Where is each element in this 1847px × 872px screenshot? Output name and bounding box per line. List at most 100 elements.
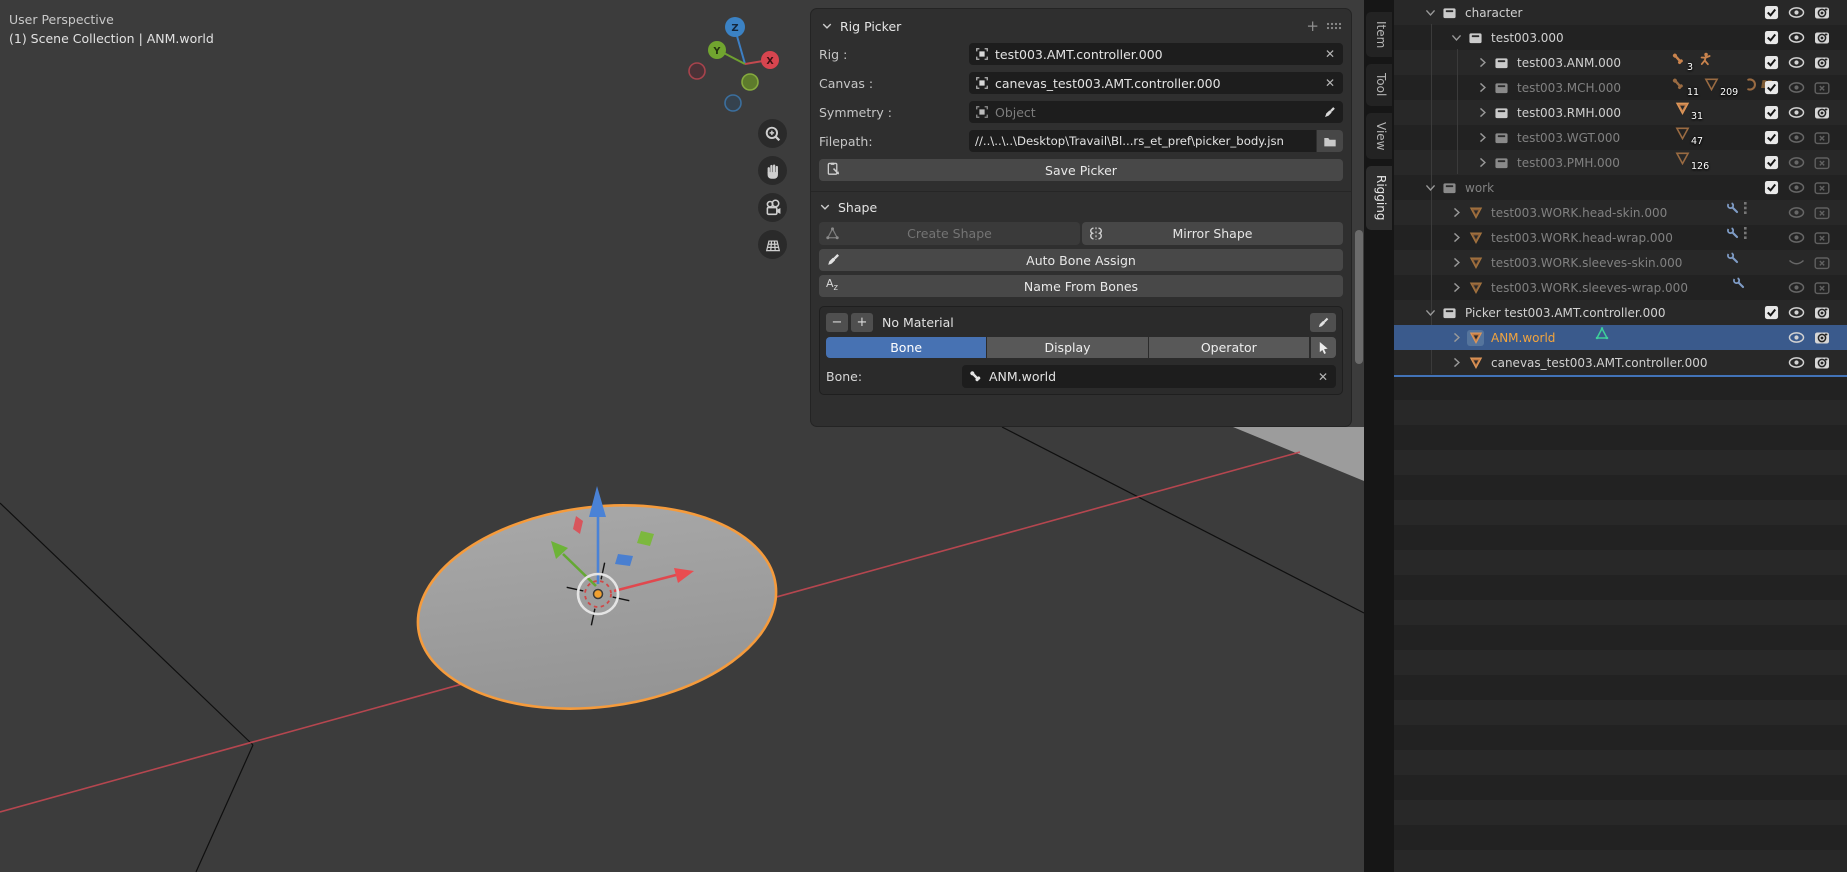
hide-eye-toggle[interactable] (1788, 229, 1805, 246)
material-remove-button[interactable]: − (826, 313, 848, 332)
mirror-shape-button[interactable]: Mirror Shape (1082, 222, 1343, 245)
hide-eye-toggle[interactable] (1788, 254, 1805, 271)
chevron-icon[interactable] (1422, 5, 1438, 21)
render-camera-toggle[interactable] (1813, 104, 1830, 121)
auto-bone-assign-button[interactable]: Auto Bone Assign (819, 249, 1343, 271)
hide-eye-toggle[interactable] (1788, 129, 1805, 146)
chevron-icon[interactable] (1448, 255, 1464, 271)
outliner-row[interactable]: test003.WORK.head-wrap.000 (1394, 225, 1847, 250)
render-camera-toggle[interactable] (1813, 179, 1830, 196)
render-camera-toggle[interactable] (1813, 304, 1830, 321)
zoom-button[interactable] (758, 119, 787, 148)
sidebar-tab-item[interactable]: Item (1366, 12, 1392, 57)
render-camera-toggle[interactable] (1813, 129, 1830, 146)
chevron-icon[interactable] (1474, 130, 1490, 146)
chevron-icon[interactable] (1474, 105, 1490, 121)
chevron-icon[interactable] (1448, 355, 1464, 371)
outliner-row[interactable]: test003.PMH.000 126 (1394, 150, 1847, 175)
render-camera-toggle[interactable] (1813, 254, 1830, 271)
camera-view-button[interactable] (758, 193, 787, 222)
render-camera-toggle[interactable] (1813, 79, 1830, 96)
gizmo-z-arrow[interactable] (589, 486, 606, 517)
name-from-bones-button[interactable]: Az Name From Bones (819, 275, 1343, 297)
hide-eye-toggle[interactable] (1788, 4, 1805, 21)
render-camera-toggle[interactable] (1813, 29, 1830, 46)
canvas-clear-icon[interactable]: ✕ (1323, 76, 1337, 90)
create-shape-button[interactable]: Create Shape (819, 222, 1080, 245)
hide-eye-toggle[interactable] (1788, 179, 1805, 196)
exclude-checkbox[interactable] (1763, 304, 1780, 321)
chevron-icon[interactable] (1448, 280, 1464, 296)
filepath-field[interactable]: //..\..\..\Desktop\Travail\Bl...rs_et_pr… (969, 130, 1316, 152)
panel-pin-add-icon[interactable]: + (1306, 17, 1319, 35)
outliner-row[interactable]: test003.WGT.000 47 (1394, 125, 1847, 150)
exclude-checkbox[interactable] (1763, 179, 1780, 196)
hide-eye-toggle[interactable] (1788, 104, 1805, 121)
hide-eye-toggle[interactable] (1788, 204, 1805, 221)
chevron-icon[interactable] (1448, 230, 1464, 246)
material-add-button[interactable]: + (851, 313, 873, 332)
ortho-grid-button[interactable] (758, 230, 787, 259)
tab-operator[interactable]: Operator (1149, 337, 1309, 358)
hide-eye-toggle[interactable] (1788, 354, 1805, 371)
outliner-row[interactable]: test003.000 (1394, 25, 1847, 50)
material-name[interactable]: No Material (882, 315, 1307, 330)
chevron-icon[interactable] (1422, 305, 1438, 321)
hide-eye-toggle[interactable] (1788, 279, 1805, 296)
symmetry-object-field[interactable]: Object (969, 101, 1343, 123)
hide-eye-toggle[interactable] (1788, 154, 1805, 171)
chevron-icon[interactable] (1448, 205, 1464, 221)
render-camera-toggle[interactable] (1813, 204, 1830, 221)
sidebar-tab-tool[interactable]: Tool (1366, 64, 1392, 105)
pan-button[interactable] (758, 156, 787, 185)
outliner-row[interactable]: test003.WORK.head-skin.000 (1394, 200, 1847, 225)
collapse-chevron-icon[interactable] (821, 20, 833, 32)
eyedropper-icon[interactable] (1323, 105, 1337, 119)
outliner-row[interactable]: ANM.world (1394, 325, 1847, 350)
sidebar-tab-rigging[interactable]: Rigging (1366, 166, 1392, 229)
chevron-icon[interactable] (1474, 155, 1490, 171)
material-eyedropper-button[interactable] (1310, 313, 1336, 332)
outliner-row[interactable]: work (1394, 175, 1847, 200)
outliner-row[interactable]: Picker test003.AMT.controller.000 (1394, 300, 1847, 325)
outliner-panel[interactable]: character test003.000 test003.ANM.000 3 … (1394, 0, 1847, 872)
outliner-row[interactable]: test003.WORK.sleeves-skin.000 (1394, 250, 1847, 275)
axis-gizmo[interactable]: Z Y X (678, 0, 813, 125)
render-camera-toggle[interactable] (1813, 329, 1830, 346)
chevron-icon[interactable] (1448, 30, 1464, 46)
rig-clear-icon[interactable]: ✕ (1323, 47, 1337, 61)
hide-eye-toggle[interactable] (1788, 79, 1805, 96)
bone-clear-icon[interactable]: ✕ (1316, 370, 1330, 384)
outliner-row[interactable]: test003.MCH.000 11209 (1394, 75, 1847, 100)
exclude-checkbox[interactable] (1763, 154, 1780, 171)
exclude-checkbox[interactable] (1763, 29, 1780, 46)
exclude-checkbox[interactable] (1763, 4, 1780, 21)
axis-z-neg-ball[interactable] (725, 95, 741, 111)
file-browse-button[interactable] (1317, 130, 1343, 152)
hide-eye-toggle[interactable] (1788, 304, 1805, 321)
outliner-row[interactable]: character (1394, 0, 1847, 25)
scrollbar-thumb[interactable] (1355, 230, 1363, 364)
axis-x-neg-ball[interactable] (689, 63, 705, 79)
select-cursor-button[interactable] (1311, 337, 1336, 358)
exclude-checkbox[interactable] (1763, 104, 1780, 121)
exclude-checkbox[interactable] (1763, 54, 1780, 71)
outliner-row[interactable]: test003.RMH.000 31 (1394, 100, 1847, 125)
outliner-row[interactable]: test003.WORK.sleeves-wrap.000 (1394, 275, 1847, 300)
hide-eye-toggle[interactable] (1788, 29, 1805, 46)
tab-display[interactable]: Display (987, 337, 1147, 358)
save-picker-button[interactable]: Save Picker (819, 159, 1343, 181)
shape-subpanel-header[interactable]: Shape (819, 192, 1343, 222)
bone-field[interactable]: ANM.world ✕ (962, 365, 1336, 388)
chevron-icon[interactable] (1474, 80, 1490, 96)
render-camera-toggle[interactable] (1813, 154, 1830, 171)
chevron-icon[interactable] (1448, 330, 1464, 346)
panel-header[interactable]: Rig Picker + (819, 9, 1343, 43)
render-camera-toggle[interactable] (1813, 54, 1830, 71)
render-camera-toggle[interactable] (1813, 354, 1830, 371)
exclude-checkbox[interactable] (1763, 79, 1780, 96)
gizmo-plane-xy[interactable] (615, 554, 633, 566)
hide-eye-toggle[interactable] (1788, 329, 1805, 346)
outliner-row[interactable]: canevas_test003.AMT.controller.000 (1394, 350, 1847, 375)
canvas-object-field[interactable]: canevas_test003.AMT.controller.000 ✕ (969, 72, 1343, 94)
